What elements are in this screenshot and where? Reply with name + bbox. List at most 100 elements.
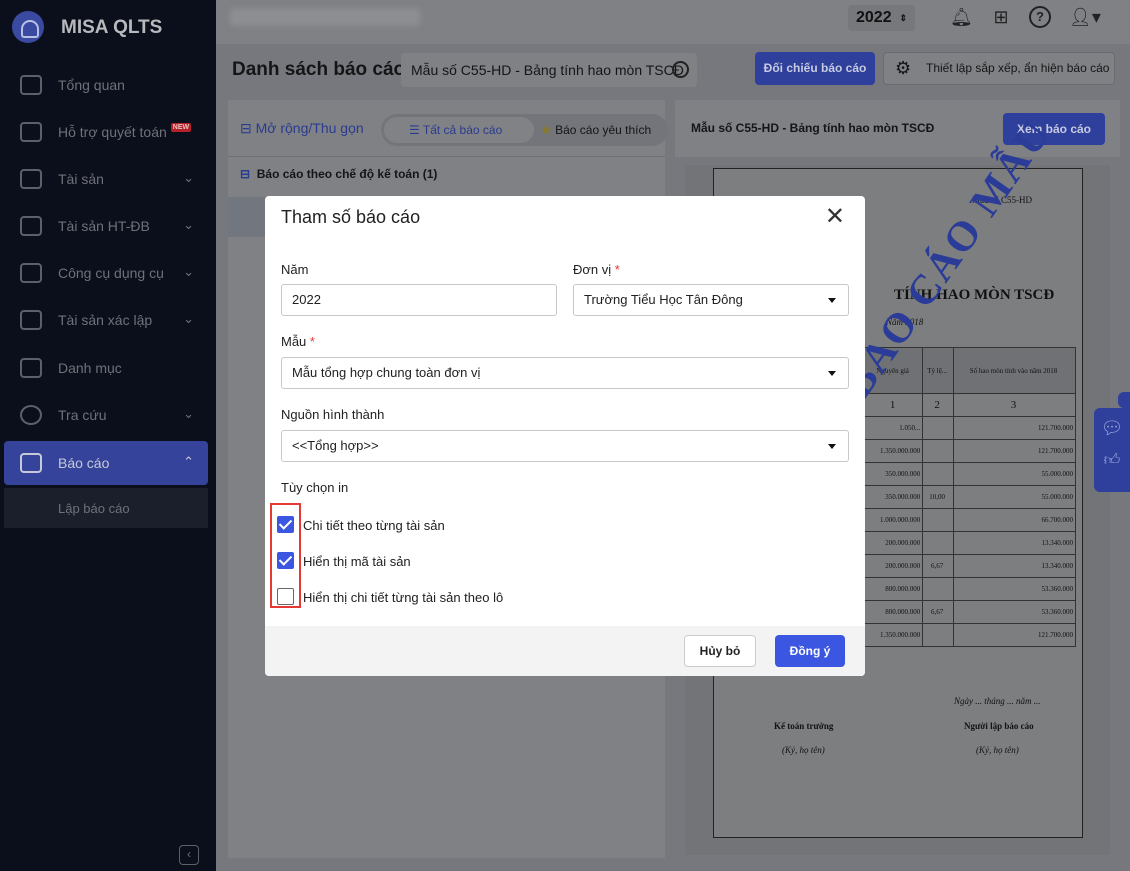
expand-collapse-toggle[interactable]: ⊟ Mở rộng/Thu gọn: [240, 120, 364, 137]
gear-icon: ⚙: [895, 58, 912, 78]
paint-roller-icon: [20, 263, 42, 283]
label: Tra cứu: [58, 407, 107, 423]
report-settings-button[interactable]: ⚙ Thiết lập sắp xếp, ẩn hiện báo cáo: [883, 52, 1115, 85]
sidebar-item-tools[interactable]: Công cụ dụng cụ ⌄: [4, 251, 208, 295]
close-icon[interactable]: ✕: [825, 205, 845, 229]
sidebar-item-lookup[interactable]: Tra cứu ⌄: [4, 393, 208, 437]
preview-cell: 1.350.000.000: [863, 623, 923, 647]
dialog-footer: Hủy bỏ Đồng ý: [265, 626, 865, 676]
preview-cell: 200.000.000: [863, 554, 923, 578]
new-badge: NEW: [170, 122, 192, 132]
preview-cell: 6,67: [922, 554, 954, 578]
preview-table-row: 350.000.000 10,00 55.000.000: [863, 485, 1076, 509]
caret-down-icon: [828, 298, 836, 303]
chat-icon: 💬︎: [1100, 418, 1124, 438]
sidebar-item-overview[interactable]: Tổng quan: [4, 63, 208, 107]
sidebar-item-catalog[interactable]: Danh mục: [4, 346, 208, 390]
value: <<Tổng hợp>>: [292, 438, 379, 453]
preview-cell: [922, 508, 954, 532]
preview-cell: [922, 577, 954, 601]
label: Báo cáo: [58, 455, 110, 471]
preview-cell: 53.360.000: [953, 600, 1076, 624]
search-icon: [20, 405, 42, 425]
option-label[interactable]: Hiển thị chi tiết từng tài sản theo lô: [303, 590, 503, 605]
preview-cell: 13.340.000: [953, 554, 1076, 578]
sidebar-subitem-create-report[interactable]: Lập báo cáo: [4, 488, 208, 528]
option-label[interactable]: Hiển thị mã tài sản: [303, 554, 411, 569]
logo-icon: [12, 11, 44, 43]
unit-select[interactable]: Trường Tiểu Học Tân Đông: [573, 284, 849, 316]
col-header: Số hao mòn tính vào năm 2018: [953, 347, 1076, 394]
sidebar-item-established-assets[interactable]: Tài sản xác lập ⌄: [4, 298, 208, 342]
search-icon[interactable]: [672, 61, 689, 78]
label: Tài sản xác lập: [58, 312, 153, 328]
sidebar-item-infrastructure[interactable]: Tài sản HT-ĐB ⌄: [4, 204, 208, 248]
chevron-up-icon: ⌃: [183, 454, 194, 469]
option-label[interactable]: Chi tiết theo từng tài sản: [303, 518, 445, 533]
preview-table-row: 800.000.000 53.360.000: [863, 577, 1076, 601]
sidebar-item-assets[interactable]: Tài sản ⌄: [4, 157, 208, 201]
label: Đơn vị: [573, 262, 612, 277]
report-group-accounting[interactable]: ⊟ Báo cáo theo chế độ kế toán (1): [240, 167, 437, 181]
label: Công cụ dụng cụ: [58, 265, 164, 281]
preview-cell: 1.000.000.000: [863, 508, 923, 532]
preview-cell: 55.000.000: [953, 462, 1076, 486]
label: Danh mục: [58, 360, 122, 376]
label: Báo cáo yêu thích: [555, 123, 652, 137]
expand-arrow-button[interactable]: [1118, 392, 1130, 408]
star-icon: ★: [541, 123, 552, 137]
year-input[interactable]: 2022: [281, 284, 557, 316]
compare-report-button[interactable]: Đối chiếu báo cáo: [755, 52, 875, 85]
signer-right: Người lập báo cáo: [964, 721, 1034, 731]
preview-cell: [922, 416, 954, 440]
cancel-button[interactable]: Hủy bỏ: [684, 635, 756, 667]
help-icon[interactable]: ?: [1029, 6, 1051, 28]
year-selector[interactable]: 2022 ⇕: [848, 5, 915, 31]
apps-grid-icon[interactable]: ⊞: [990, 6, 1012, 28]
report-search-input[interactable]: Mẫu số C55-HD - Bảng tính hao mòn TSCĐ: [401, 53, 697, 87]
source-select[interactable]: <<Tổng hợp>>: [281, 430, 849, 462]
preview-cell: 6,67: [922, 600, 954, 624]
preview-cell: 800.000.000: [863, 600, 923, 624]
house-car-icon: [20, 310, 42, 330]
sidebar-item-reports[interactable]: Báo cáo ⌃: [4, 441, 208, 485]
preview-cell: 53.360.000: [953, 577, 1076, 601]
preview-table-row: 200.000.000 6,67 13.340.000: [863, 554, 1076, 578]
label: Hỗ trợ quyết toán: [58, 124, 167, 140]
date-line: Ngày ... tháng ... năm ...: [954, 696, 1041, 706]
label: Tài sản HT-ĐB: [58, 218, 150, 234]
clipboard-icon: [20, 122, 42, 142]
feedback-widget[interactable]: 💬︎ 👍︎: [1094, 408, 1130, 492]
value: Mẫu tổng hợp chung toàn đơn vị: [292, 365, 481, 380]
required-mark: *: [309, 334, 315, 349]
preview-cell: 1.350.000.000: [863, 439, 923, 463]
top-bar: 2022 ⇕ 🔔︎ ⊞ ? 👤︎▾: [216, 0, 1130, 44]
sidebar-item-settlement[interactable]: Hỗ trợ quyết toán NEW: [4, 110, 208, 154]
preview-cell: 121.700.000: [953, 439, 1076, 463]
label: Tổng quan: [58, 77, 125, 93]
label: Mở rộng/Thu gọn: [255, 120, 364, 136]
label: Tài sản: [58, 171, 104, 187]
collapse-sidebar-button[interactable]: ‹: [179, 845, 199, 865]
user-menu-icon[interactable]: 👤︎▾: [1067, 6, 1103, 28]
print-options-label: Tùy chọn in: [281, 480, 349, 495]
tab-favorite-reports[interactable]: ★ Báo cáo yêu thích: [541, 117, 651, 143]
template-select[interactable]: Mẫu tổng hợp chung toàn đơn vị: [281, 357, 849, 389]
preview-title: Mẫu số C55-HD - Bảng tính hao mòn TSCĐ: [691, 121, 935, 135]
preview-cell: 350.000.000: [863, 485, 923, 509]
label: Mẫu: [281, 334, 307, 349]
unit-label: Đơn vị *: [573, 262, 620, 277]
label: Báo cáo theo chế độ kế toán (1): [256, 167, 438, 181]
col-number: 2: [922, 393, 954, 417]
required-mark: *: [614, 262, 620, 277]
brand-name: MISA QLTS: [61, 17, 163, 38]
bell-icon[interactable]: 🔔︎: [950, 6, 973, 28]
tab-all-reports[interactable]: ☰ Tất cả báo cáo: [384, 117, 534, 143]
chevron-down-icon: ⌄: [183, 170, 194, 185]
chevron-down-icon: ⌄: [183, 217, 194, 232]
caret-down-icon: [828, 371, 836, 376]
preview-table-row: 800.000.000 6,67 53.360.000: [863, 600, 1076, 624]
ok-button[interactable]: Đồng ý: [775, 635, 845, 667]
preview-table-row: 1.000.000.000 66.700.000: [863, 508, 1076, 532]
preview-cell: [922, 439, 954, 463]
